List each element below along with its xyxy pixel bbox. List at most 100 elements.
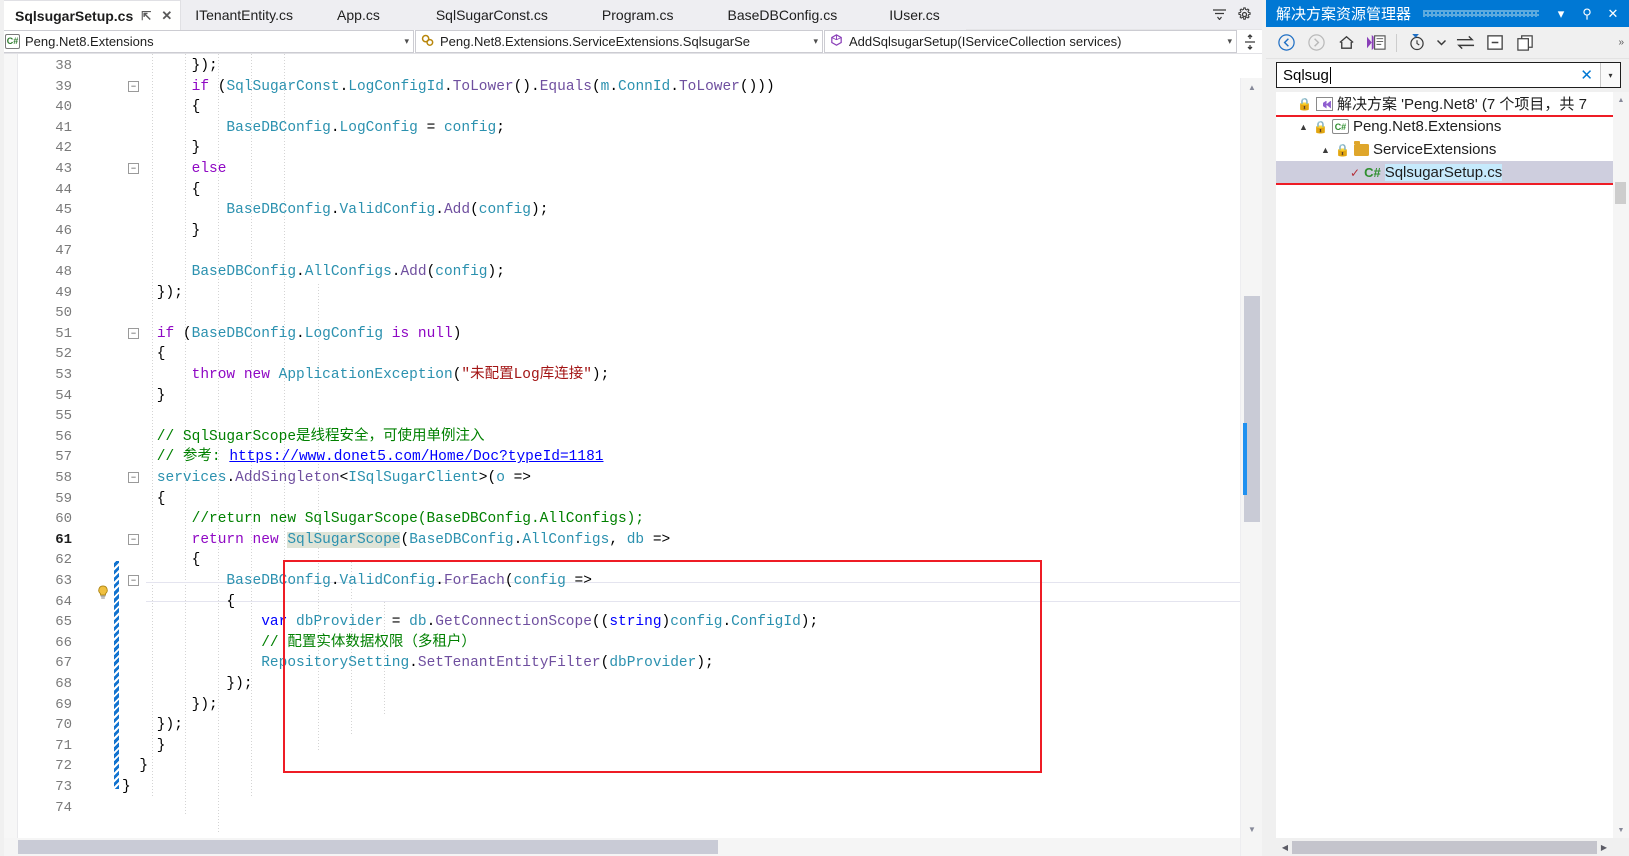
sync-with-active-document-icon[interactable]: [1451, 30, 1479, 56]
code-editor[interactable]: 38 }); 39− if (SqlSugarConst.LogConfigId.…: [0, 54, 1262, 856]
code-text: {: [122, 490, 166, 507]
code-line: 38 });: [18, 56, 1262, 77]
scroll-down-icon[interactable]: ▼: [1241, 820, 1262, 838]
lock-icon: 🔒: [1335, 142, 1350, 157]
chevron-down-icon[interactable]: ▾: [805, 36, 818, 47]
code-line: 73}: [18, 777, 1262, 798]
navbar-member-dropdown[interactable]: AddSqlsugarSetup(IServiceCollection serv…: [824, 30, 1237, 53]
tree-row-solution[interactable]: ▲ 🔒 解决方案 'Peng.Net8' (7 个项目，共 7: [1276, 92, 1629, 115]
close-tab-icon[interactable]: ✕: [159, 9, 174, 22]
line-number: 46: [55, 222, 72, 239]
tab-sqlsugarsetup[interactable]: SqlsugarSetup.cs ⇱ ✕: [0, 0, 182, 31]
pending-changes-filter-icon[interactable]: [1403, 30, 1431, 56]
line-number: 53: [55, 367, 72, 383]
tab-label: SqlsugarSetup.cs: [15, 7, 134, 24]
clear-search-icon[interactable]: ✕: [1573, 66, 1600, 84]
search-options-dropdown-icon[interactable]: ▾: [1600, 63, 1620, 87]
line-number: 50: [55, 305, 72, 322]
code-line: 63− BaseDBConfig.ValidConfig.ForEach(con…: [18, 571, 1262, 592]
tab-itenantentity[interactable]: ITenantEntity.cs: [181, 0, 308, 30]
tab-label: ITenantEntity.cs: [195, 7, 294, 23]
method-icon: [829, 33, 844, 51]
split-editor-icon[interactable]: [1238, 30, 1262, 53]
home-icon[interactable]: [1332, 30, 1360, 56]
checked-out-icon: ✓: [1350, 165, 1361, 180]
navbar-type-dropdown[interactable]: Peng.Net8.Extensions.ServiceExtensions.S…: [415, 30, 823, 53]
back-icon[interactable]: [1272, 30, 1300, 56]
collapse-expander-icon[interactable]: ▲: [1320, 145, 1331, 155]
document-tab-strip: SqlsugarSetup.cs ⇱ ✕ ITenantEntity.cs Ap…: [0, 0, 1262, 31]
show-all-files-icon[interactable]: [1511, 30, 1539, 56]
code-surface[interactable]: 38 }); 39− if (SqlSugarConst.LogConfigId.…: [18, 54, 1262, 856]
solution-tree-horizontal-scrollbar[interactable]: ◀ ▶: [1276, 838, 1629, 856]
solution-icon: [1315, 96, 1333, 111]
tab-label: IUser.cs: [889, 7, 940, 23]
collapse-expander-icon[interactable]: ▲: [1298, 122, 1309, 132]
tab-iuser[interactable]: IUser.cs: [863, 0, 966, 30]
code-text: var dbProvider = db.GetConnectionScope((…: [261, 614, 819, 631]
solution-explorer-panel: 解决方案资源管理器 ▾ ⚲ ✕ » Sqlsug ✕ ▾ 🔒 解决方案 'Pen…: [0, 0, 1629, 856]
scroll-up-icon[interactable]: ▲: [1241, 78, 1262, 96]
toolbar-overflow-icon[interactable]: »: [1618, 37, 1623, 48]
panel-splitter[interactable]: [0, 0, 4, 856]
navbar-member-label: AddSqlsugarSetup(IServiceCollection serv…: [849, 34, 1122, 49]
editor-horizontal-scrollbar[interactable]: [0, 838, 1240, 856]
pending-changes-icon[interactable]: [1362, 30, 1390, 56]
chevron-down-icon[interactable]: ▾: [1219, 36, 1232, 47]
code-line: 60 //return new SqlSugarScope(BaseDBConf…: [18, 509, 1262, 530]
code-line: 42 }: [18, 138, 1262, 159]
editor-vertical-scrollbar[interactable]: ▲ ▼: [1240, 78, 1262, 856]
code-text: // 配置实体数据权限（多租户）: [122, 634, 476, 651]
editor-navigation-bar: C# Peng.Net8.Extensions ▾ Peng.Net8.Exte…: [0, 30, 1262, 54]
solution-tree-vertical-scrollbar[interactable]: ▲ ▼: [1613, 92, 1629, 838]
tab-strip-buttons: [1202, 0, 1262, 29]
chevron-down-icon[interactable]: [1433, 30, 1449, 56]
code-line: 54 }: [18, 386, 1262, 407]
scroll-left-icon[interactable]: ◀: [1278, 843, 1292, 852]
navbar-project-dropdown[interactable]: C# Peng.Net8.Extensions ▾: [0, 30, 414, 53]
solution-explorer-title: 解决方案资源管理器: [1276, 6, 1412, 23]
line-number: 68: [55, 676, 72, 692]
horizontal-scroll-thumb[interactable]: [18, 840, 718, 854]
code-line: 45 BaseDBConfig.ValidConfig.Add(config);: [18, 200, 1262, 221]
code-line: 71 }: [18, 736, 1262, 757]
solution-explorer-toolbar: »: [1266, 27, 1629, 59]
gear-icon[interactable]: [1237, 7, 1252, 22]
tree-row-project[interactable]: ▲ 🔒 C# Peng.Net8.Extensions: [1276, 115, 1629, 138]
pin-window-icon[interactable]: ⚲: [1577, 7, 1597, 20]
line-number: 60: [55, 511, 72, 528]
line-number: 71: [55, 737, 72, 754]
horizontal-scroll-thumb[interactable]: [1292, 841, 1597, 854]
tree-item-label: Peng.Net8.Extensions: [1352, 118, 1502, 135]
code-line: 53 throw new ApplicationException("未配置Lo…: [18, 365, 1262, 386]
code-text: }: [122, 140, 201, 157]
line-number: 42: [55, 140, 72, 157]
lock-icon: 🔒: [1297, 96, 1312, 111]
chevron-down-icon[interactable]: ▾: [396, 36, 409, 47]
tree-row-folder[interactable]: ▲ 🔒 ServiceExtensions: [1276, 138, 1629, 161]
code-line: 58− services.AddSingleton<ISqlSugarClien…: [18, 468, 1262, 489]
tree-row-sqlsugarsetup[interactable]: ✓ C# SqlsugarSetup.cs: [1276, 161, 1629, 184]
solution-tree[interactable]: ▲ 🔒 解决方案 'Peng.Net8' (7 个项目，共 7 ▲ 🔒 C# P…: [1276, 92, 1629, 838]
code-text: // SqlSugarScope是线程安全，可使用单例注入: [122, 428, 485, 445]
collapse-all-icon[interactable]: [1481, 30, 1509, 56]
vertical-scroll-thumb[interactable]: [1615, 182, 1626, 204]
tab-list-icon[interactable]: [1212, 9, 1227, 20]
code-line: 59 {: [18, 489, 1262, 510]
tab-basedbconfig[interactable]: BaseDBConfig.cs: [701, 0, 864, 30]
code-line: 66 // 配置实体数据权限（多租户）: [18, 633, 1262, 654]
window-dropdown-icon[interactable]: ▾: [1551, 7, 1571, 20]
tab-app[interactable]: App.cs: [307, 0, 410, 30]
code-line: 61− return new SqlSugarScope(BaseDBConfi…: [18, 530, 1262, 551]
scroll-down-icon[interactable]: ▼: [1613, 822, 1629, 838]
tab-program[interactable]: Program.cs: [573, 0, 702, 30]
pin-tab-icon[interactable]: ⇱: [139, 10, 153, 22]
code-text: {: [122, 99, 201, 116]
line-number: 70: [55, 717, 72, 734]
search-solution-explorer-input[interactable]: Sqlsug ✕ ▾: [1276, 62, 1621, 88]
tab-sqlsugarconst[interactable]: SqlSugarConst.cs: [409, 0, 574, 30]
close-window-icon[interactable]: ✕: [1603, 7, 1623, 20]
scroll-up-icon[interactable]: ▲: [1613, 92, 1629, 108]
tab-label: Program.cs: [601, 7, 674, 23]
scroll-right-icon[interactable]: ▶: [1597, 843, 1611, 852]
